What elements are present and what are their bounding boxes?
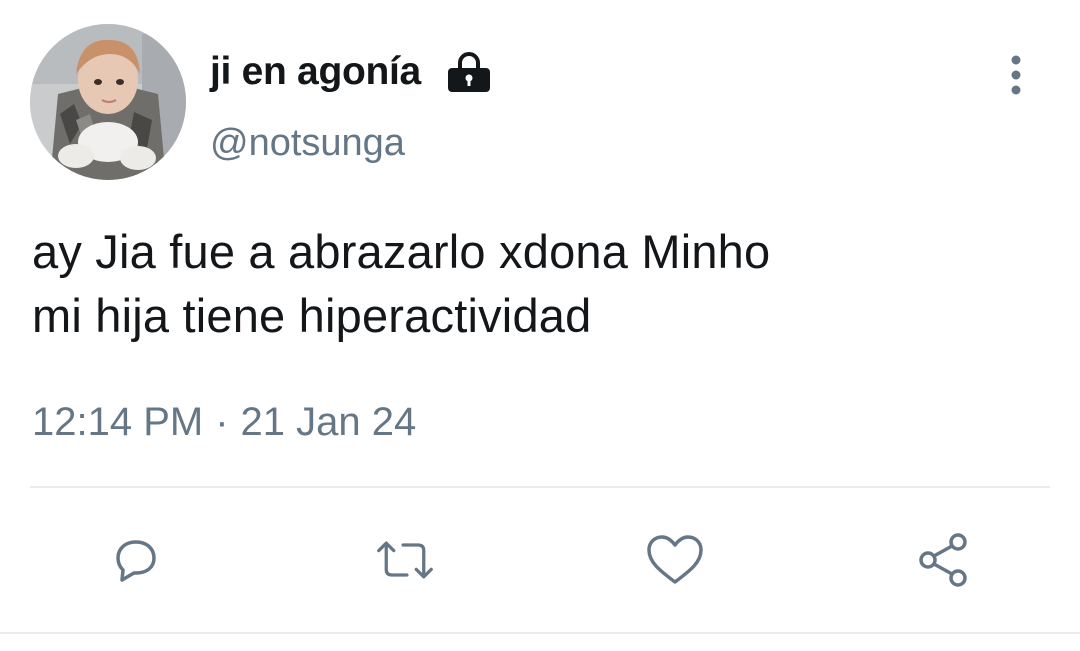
tweet-text: ay Jia fue a abrazarlo xdona Minho mi hi… (32, 220, 1042, 348)
tweet-date: 21 Jan 24 (240, 400, 417, 444)
reply-icon (116, 540, 156, 582)
tweet-card: ji en agonía @notsunga ay Jia fue a abra… (0, 0, 1080, 651)
tweet-text-line: ay Jia fue a abrazarlo xdona Minho (32, 225, 771, 278)
like-button[interactable] (645, 530, 705, 590)
reply-button[interactable] (106, 530, 166, 590)
avatar-photo (30, 24, 186, 180)
retweet-button[interactable] (375, 530, 435, 590)
share-icon (919, 533, 967, 587)
display-name[interactable]: ji en agonía (210, 50, 421, 94)
heart-icon (647, 535, 703, 584)
tweet-timestamp[interactable]: 12:14 PM · 21 Jan 24 (32, 400, 416, 445)
tweet-time: 12:14 PM (32, 400, 204, 444)
lock-icon (445, 48, 493, 96)
more-vertical-icon[interactable] (996, 52, 1036, 98)
share-button[interactable] (914, 530, 974, 590)
timestamp-separator: · (215, 400, 229, 444)
bottom-divider (0, 632, 1080, 634)
divider (30, 486, 1050, 488)
display-name-row: ji en agonía (210, 44, 493, 100)
avatar[interactable] (30, 24, 186, 180)
retweet-icon (377, 541, 433, 579)
tweet-text-line: mi hija tiene hiperactividad (32, 289, 592, 342)
user-handle[interactable]: @notsunga (210, 122, 405, 165)
